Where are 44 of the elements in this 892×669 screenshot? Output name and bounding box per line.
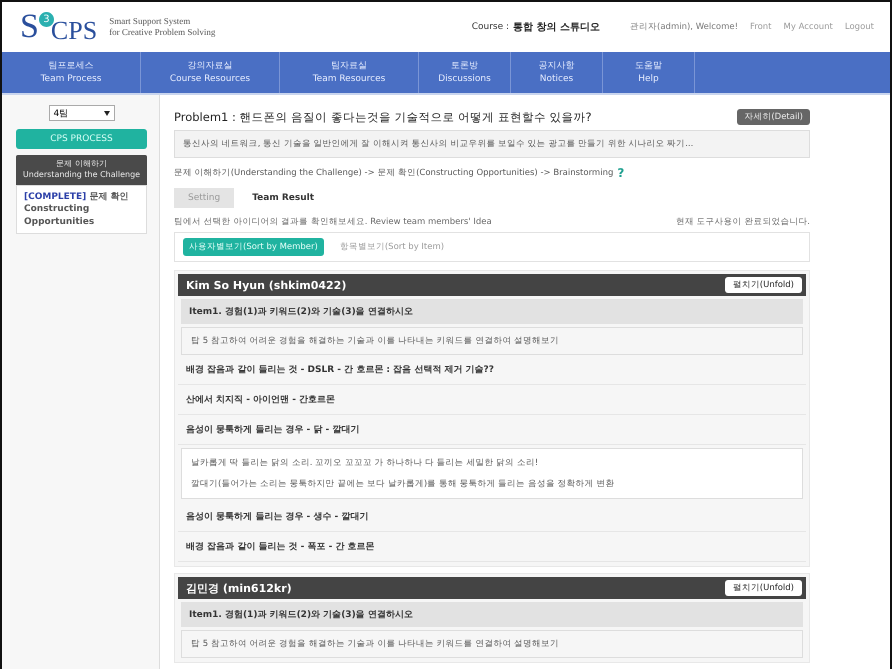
logo-tagline: Smart Support System for Creative Problem Solving	[109, 16, 216, 38]
course-label: Course :	[472, 22, 510, 32]
detail-button[interactable]: 자세히(Detail)	[737, 109, 810, 125]
note-text: 깔대기(들어가는 소리는 뭉툭하지만 끝에는 보다 날카롭게)를 통해 뭉툭하게 들리는 음성을 정확하게 변환	[191, 478, 616, 490]
item-description: 탑 5 참고하여 어려운 경험을 해결하는 기술과 이를 나타내는 키워드를 연결하여 설명해보기	[181, 630, 803, 658]
nav-tab[interactable]: 팀자료실 Team Resources	[280, 52, 419, 93]
nav-tab[interactable]: 토론방 Discussions	[419, 52, 511, 93]
item-title: Item1. 경험(1)과 키워드(2)와 기술(3)을 연결하시오	[181, 299, 803, 324]
sort-button[interactable]: 항목별보기(Sort by Item)	[334, 238, 450, 256]
answer-row: 배경 잡음과 같이 들리는 것 - 폭포 - 간 호르몬	[178, 532, 806, 562]
problem-description: 통신사의 네트워크, 통신 기술을 일반인에게 잘 이해시켜 통신사의 비교우위를 보일수 있는 광고를 만들기 위한 시나리오 짜기...	[174, 130, 810, 158]
item-title: Item1. 경험(1)과 키워드(2)와 기술(3)을 연결하시오	[181, 602, 803, 627]
step-header: 문제 이해하기 Understanding the Challenge	[16, 155, 147, 185]
hint-text: 팀에서 선택한 아이디어의 결과를 확인해보세요. Review team members' Idea	[174, 216, 492, 228]
caret-icon	[104, 110, 110, 116]
status-text: 현재 도구사용이 완료되었습니다.	[676, 216, 810, 228]
item-description: 탑 5 참고하여 어려운 경험을 해결하는 기술과 이를 나타내는 키워드를 연결하여 설명해보기	[181, 327, 803, 355]
unfold-button[interactable]: 펼치기(Unfold)	[724, 277, 802, 293]
tab[interactable]: Team Result	[238, 188, 328, 208]
header-link[interactable]: Front	[750, 22, 772, 32]
answer-row: 배경 잡음과 같이 들리는 것 - DSLR - 간 호르몬 : 잡음 선택적 제거 기술??	[178, 355, 806, 385]
welcome-text: 관리자(admin), Welcome!	[630, 21, 738, 33]
team-select[interactable]: 4팀	[48, 105, 114, 121]
nav-tab[interactable]: 도움말 Help	[603, 52, 695, 93]
answer-row: 음성이 뭉툭하게 들리는 경우 - 닭 - 깔대기	[178, 415, 806, 445]
header-link[interactable]: My Account	[784, 22, 833, 32]
step-item[interactable]: [COMPLETE] 문제 확인 Constructing Opportunities	[16, 184, 147, 234]
help-icon[interactable]: ?	[617, 166, 624, 180]
nav-tab[interactable]: 공지사항 Notices	[511, 52, 603, 93]
member-name: 김민경 (min612kr)	[186, 580, 292, 596]
note-text: 날카롭게 딱 들리는 닭의 소리. 꼬끼오 꼬꼬꼬 가 하나하나 다 들리는 세밀한 닭의 소리!	[191, 457, 540, 469]
breadcrumb: 문제 이해하기(Understanding the Challenge) -> 문제 확인(Constructing Opportunities) -> Brainstorming	[174, 167, 614, 179]
answer-row: 산에서 치지직 - 아이언맨 - 간호르몬	[178, 385, 806, 415]
sort-button[interactable]: 사용자별보기(Sort by Member)	[183, 238, 324, 256]
process-button[interactable]: CPS PROCESS	[16, 129, 147, 149]
course-name: 통합 창의 스튜디오	[513, 21, 600, 34]
answer-row: 음성이 뭉툭하게 들리는 경우 - 생수 - 깔대기	[178, 502, 806, 532]
nav-tab[interactable]: 팀프로세스 Team Process	[2, 52, 141, 93]
tab[interactable]: Setting	[174, 188, 234, 208]
header-link[interactable]: Logout	[844, 22, 874, 32]
member-name: Kim So Hyun (shkim0422)	[186, 278, 346, 292]
nav-tab[interactable]: 강의자료실 Course Resources	[141, 52, 280, 93]
problem-title: Problem1 : 핸드폰의 음질이 좋다는것을 기술적으로 어떻게 표현할수 있을까?	[174, 110, 592, 124]
unfold-button[interactable]: 펼치기(Unfold)	[724, 580, 802, 596]
